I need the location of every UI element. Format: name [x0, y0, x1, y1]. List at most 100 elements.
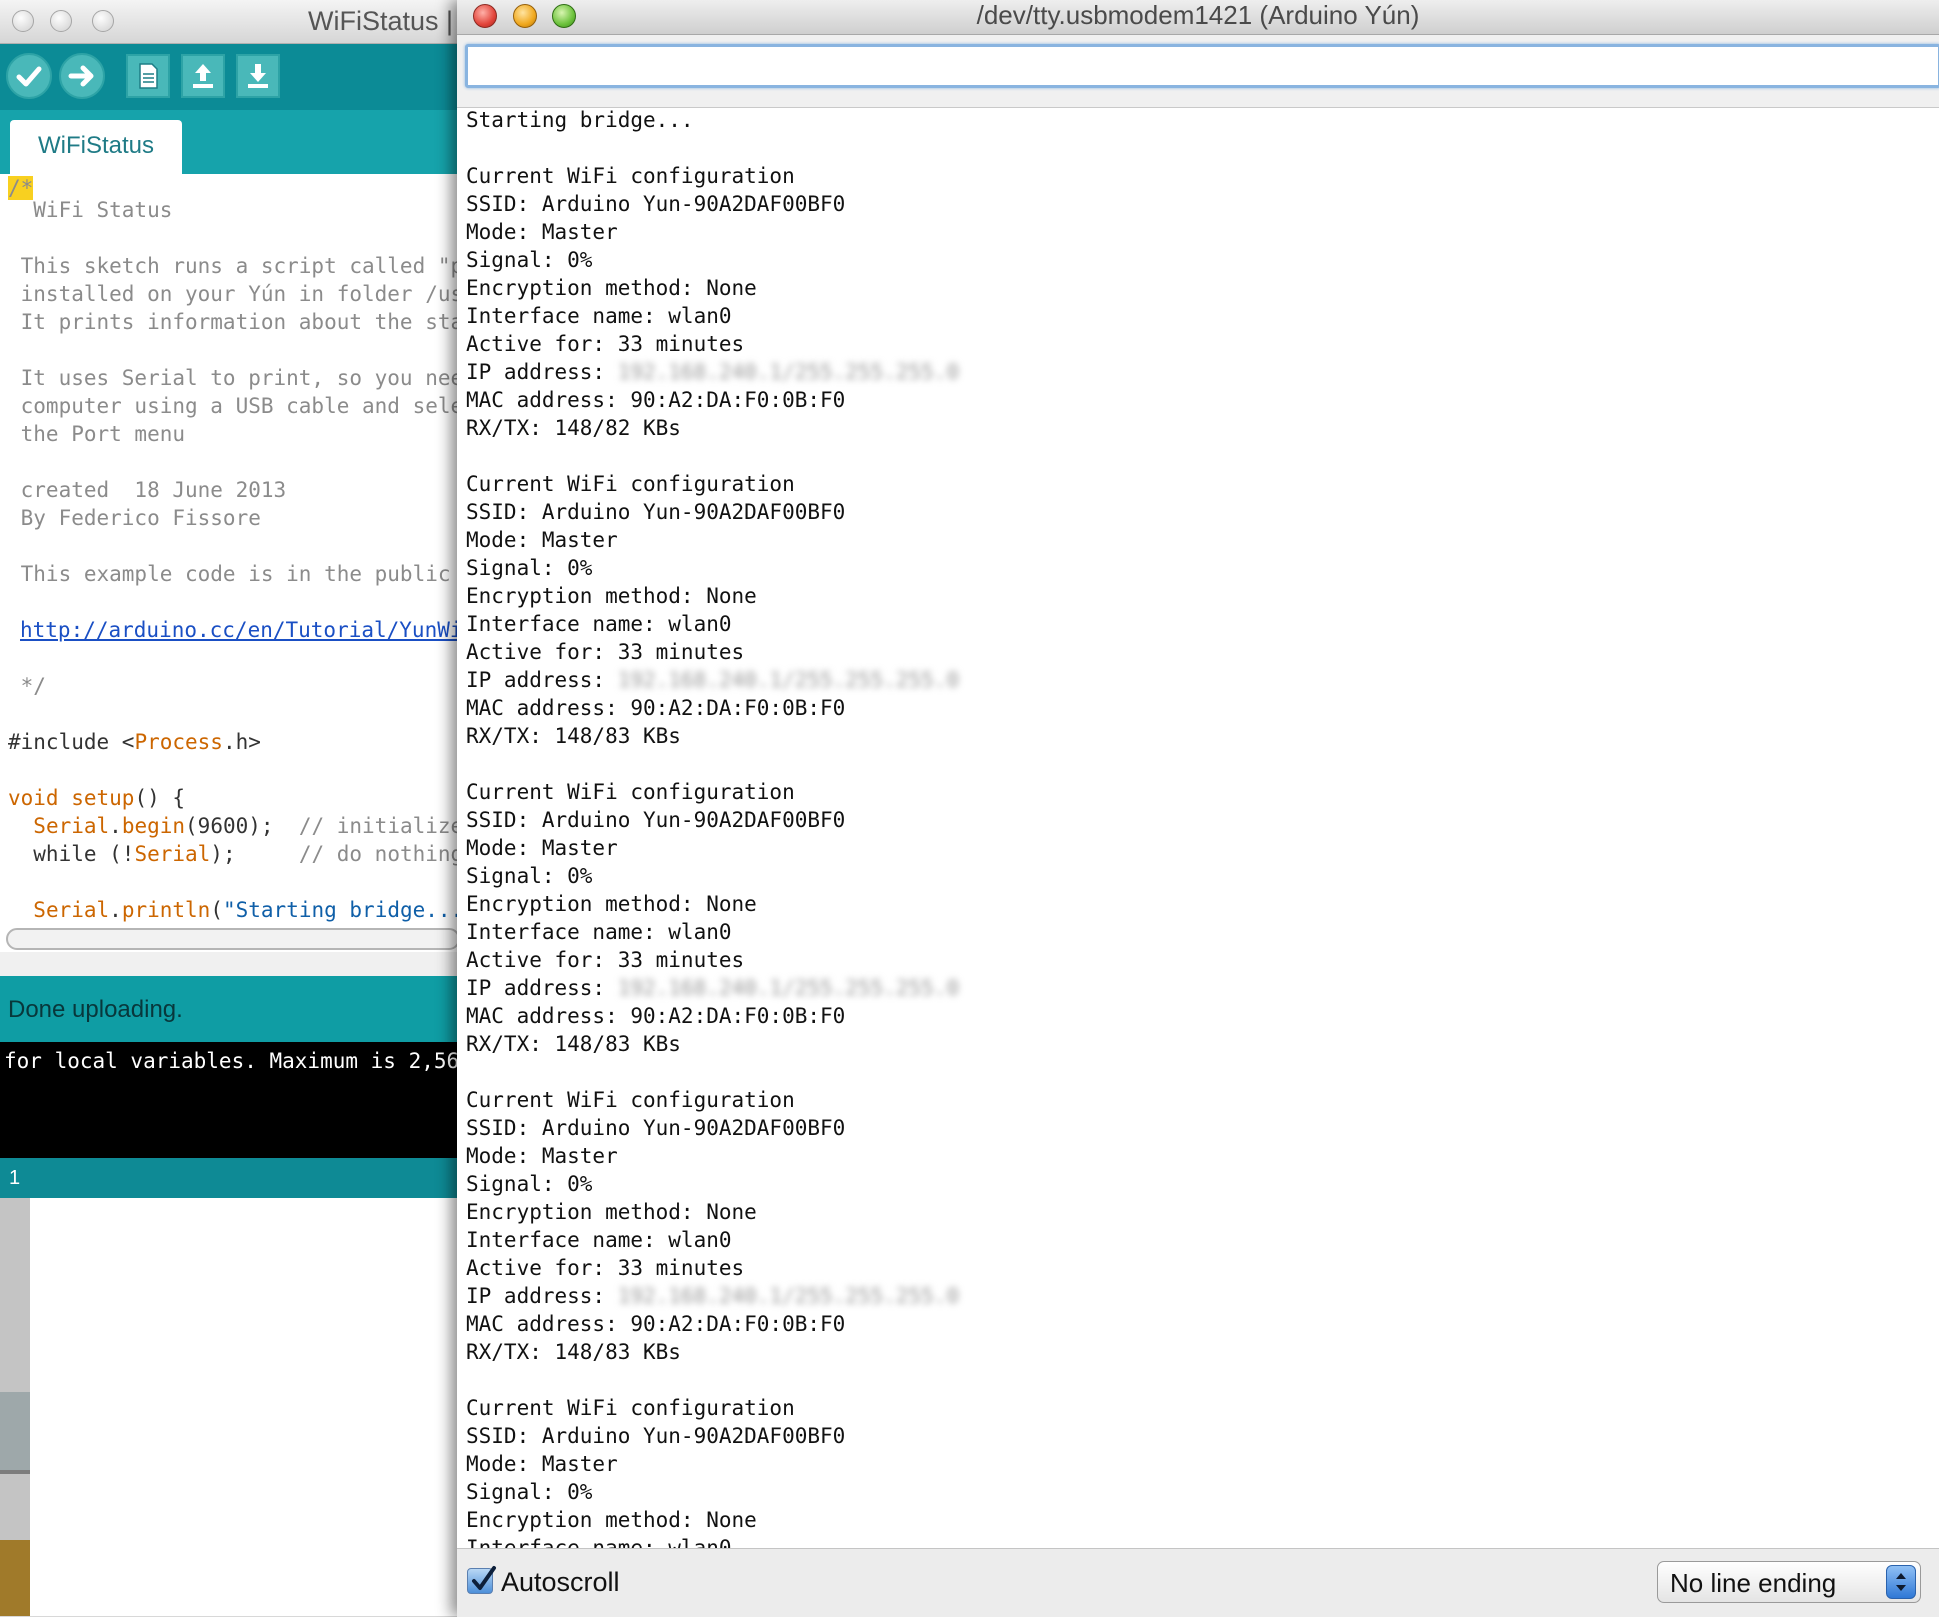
code-line: WiFi Status [8, 198, 173, 222]
open-sketch-button[interactable] [181, 54, 225, 98]
code-token: void [8, 786, 59, 810]
autoscroll-label[interactable]: Autoscroll [501, 1567, 620, 1598]
output-line: Current WiFi configuration [466, 164, 795, 188]
code-line: while (!Serial); // do nothing u [8, 842, 460, 870]
output-line: Mode: Master [466, 836, 618, 860]
output-line: SSID: Arduino Yun-90A2DAF00BF0 [466, 1424, 846, 1448]
ide-close-button[interactable] [12, 10, 34, 32]
code-token: begin [121, 814, 186, 838]
output-line: Signal: 0% [466, 864, 593, 888]
code-line: This sketch runs a script called "pre [8, 254, 460, 278]
code-token: while (! [8, 842, 135, 866]
code-line: void setup() { [8, 786, 185, 814]
serial-send-input[interactable] [465, 44, 1939, 88]
code-line: installed on your Yún in folder /usr/ [8, 282, 460, 306]
code-editor[interactable]: /* WiFi Status This sketch runs a script… [0, 174, 460, 931]
desktop-background [0, 1540, 30, 1616]
code-token: ); [210, 842, 299, 866]
ide-console[interactable]: for local variables. Maximum is 2,560 [0, 1042, 460, 1158]
autoscroll-checkbox[interactable] [467, 1566, 496, 1594]
output-line: Signal: 0% [466, 1480, 593, 1504]
ide-status-bar: Done uploading. [0, 976, 460, 1042]
ide-minimize-button[interactable] [50, 10, 72, 32]
serial-monitor-title: /dev/tty.usbmodem1421 (Arduino Yún) [976, 0, 1420, 30]
tutorial-link[interactable]: http://arduino.cc/en/Tutorial/YunWiFi [20, 618, 460, 642]
desktop-background [0, 1392, 30, 1472]
serial-output-area[interactable]: Starting bridge... Current WiFi configur… [457, 108, 1939, 1548]
code-line: http://arduino.cc/en/Tutorial/YunWiFi [20, 618, 460, 646]
line-ending-value: No line ending [1670, 1568, 1837, 1598]
code-token: // initialize s [298, 814, 460, 838]
ide-titlebar: WiFiStatus | [0, 0, 460, 44]
output-line: Current WiFi configuration [466, 780, 795, 804]
serial-monitor-footer: Autoscroll No line ending [457, 1548, 1939, 1617]
output-line: IP address: 192.168.240.1/255.255.255.0 [466, 668, 959, 696]
output-line: RX/TX: 148/83 KBs [466, 1032, 681, 1056]
serial-monitor-titlebar[interactable]: /dev/tty.usbmodem1421 (Arduino Yún) [457, 0, 1939, 35]
verify-button[interactable] [6, 53, 52, 99]
output-line: Interface name: wlan0 [466, 304, 732, 328]
check-icon [16, 66, 42, 87]
upload-button[interactable] [59, 53, 105, 99]
save-arrow-down-icon [248, 64, 268, 88]
code-token: "Starting bridge...\n [222, 898, 460, 922]
output-line: Active for: 33 minutes [466, 332, 745, 356]
output-line: SSID: Arduino Yun-90A2DAF00BF0 [466, 1116, 846, 1140]
code-token: Serial [134, 842, 211, 866]
serial-monitor-window: /dev/tty.usbmodem1421 (Arduino Yún) Star… [457, 0, 1939, 1617]
line-ending-select[interactable]: No line ending [1657, 1561, 1921, 1603]
send-bar [457, 35, 1939, 108]
output-line: Encryption method: None [466, 584, 757, 608]
output-line: MAC address: 90:A2:DA:F0:0B:F0 [466, 1312, 846, 1336]
ip-label: IP address: [466, 976, 618, 1000]
arrow-right-icon [68, 65, 94, 87]
code-comment-open: /* [8, 176, 34, 200]
code-token: (9600); [185, 814, 299, 838]
ide-empty-area [0, 1198, 460, 1616]
output-line: MAC address: 90:A2:DA:F0:0B:F0 [466, 696, 846, 720]
output-line: RX/TX: 148/83 KBs [466, 1340, 681, 1364]
code-line: By Federico Fissore [8, 506, 261, 530]
code-line: the Port menu [8, 422, 186, 446]
code-line: This example code is in the public do [8, 562, 460, 586]
ip-value-blurred: 192.168.240.1/255.255.255.0 [617, 360, 960, 384]
output-line: IP address: 192.168.240.1/255.255.255.0 [466, 976, 959, 1004]
output-line: Signal: 0% [466, 1172, 593, 1196]
output-line: Encryption method: None [466, 276, 757, 300]
output-line: Mode: Master [466, 1144, 618, 1168]
ide-zoom-button[interactable] [92, 10, 114, 32]
output-line: Interface name: wlan0 [466, 612, 732, 636]
code-line: Serial.begin(9600); // initialize s [8, 814, 460, 842]
output-line: RX/TX: 148/83 KBs [466, 724, 681, 748]
ide-footer-bar: 1 [0, 1158, 460, 1198]
code-line: created 18 June 2013 [8, 478, 287, 502]
output-line: Interface name: wlan0 [466, 1228, 732, 1252]
code-token: #include < [8, 730, 135, 754]
code-line: Serial.println("Starting bridge...\n [8, 898, 460, 926]
editor-horizontal-scrollbar[interactable] [6, 928, 460, 950]
code-token: () { [134, 786, 186, 810]
code-token: . [109, 814, 122, 838]
output-line: IP address: 192.168.240.1/255.255.255.0 [466, 1284, 959, 1312]
output-line: Signal: 0% [466, 556, 593, 580]
tab-wifistatus[interactable]: WiFiStatus [10, 120, 182, 174]
output-line: Mode: Master [466, 220, 618, 244]
code-token: .h> [222, 730, 261, 754]
output-line: Interface name: wlan0 [466, 920, 732, 944]
output-line: Active for: 33 minutes [466, 948, 745, 972]
save-sketch-button[interactable] [236, 54, 280, 98]
open-arrow-up-icon [193, 64, 213, 88]
output-line: Active for: 33 minutes [466, 640, 745, 664]
checkmark-icon [472, 1566, 496, 1590]
ip-value-blurred: 192.168.240.1/255.255.255.0 [617, 1284, 960, 1308]
output-line: Active for: 33 minutes [466, 1256, 745, 1280]
output-line: Encryption method: None [466, 892, 757, 916]
new-sketch-button[interactable] [126, 54, 170, 98]
output-line: RX/TX: 148/82 KBs [466, 416, 681, 440]
output-line: Current WiFi configuration [466, 1396, 795, 1420]
code-line: computer using a USB cable and select [8, 394, 460, 418]
select-stepper[interactable] [1886, 1565, 1916, 1599]
ide-window-title: WiFiStatus | [308, 6, 454, 36]
